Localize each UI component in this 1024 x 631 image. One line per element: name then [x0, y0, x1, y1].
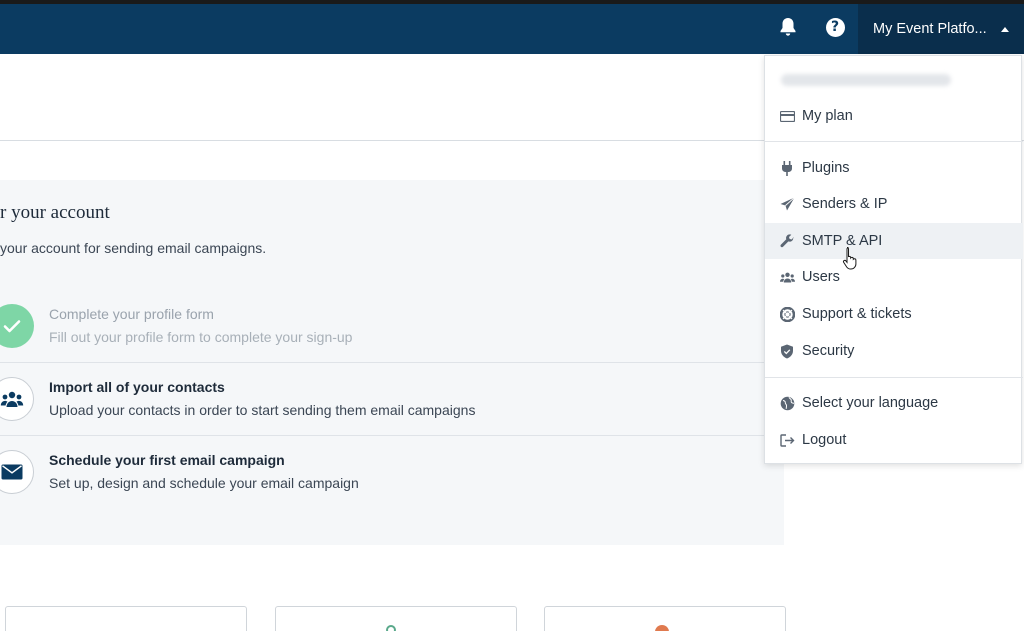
menu-item-security[interactable]: Security	[765, 333, 1023, 369]
menu-item-smtp-api[interactable]: SMTP & API	[765, 223, 1023, 259]
feature-card[interactable]	[5, 606, 247, 631]
step-description: Fill out your profile form to complete y…	[49, 329, 353, 345]
menu-item-plugins[interactable]: Plugins	[765, 150, 1023, 186]
menu-item-label: Security	[802, 343, 855, 359]
step-complete-profile[interactable]: Complete your profile form Fill out your…	[0, 290, 784, 363]
card-illustration-icon	[655, 625, 669, 631]
card-illustration-icon	[386, 625, 396, 631]
step-import-contacts[interactable]: Import all of your contacts Upload your …	[0, 363, 784, 436]
menu-item-label: Users	[802, 269, 840, 285]
menu-item-label: Logout	[802, 432, 847, 448]
feature-card[interactable]	[275, 606, 517, 631]
help-icon[interactable]: ?	[825, 17, 845, 37]
panel-description: your account for sending email campaigns…	[0, 240, 267, 256]
step-title: Schedule your first email campaign	[49, 452, 285, 468]
menu-item-label: Select your language	[802, 395, 939, 411]
menu-item-logout[interactable]: Logout	[765, 422, 1023, 458]
menu-item-label: My plan	[802, 108, 853, 124]
menu-item-select-language[interactable]: Select your language	[765, 385, 1023, 421]
step-schedule-campaign[interactable]: Schedule your first email campaign Set u…	[0, 436, 784, 509]
step-title: Complete your profile form	[49, 306, 214, 322]
menu-item-senders-ip[interactable]: Senders & IP	[765, 186, 1023, 222]
account-menu-button[interactable]: My Event Platfo...	[858, 4, 1024, 54]
step-title: Import all of your contacts	[49, 379, 225, 395]
menu-item-my-plan[interactable]: My plan	[765, 98, 1023, 134]
menu-item-users[interactable]: Users	[765, 259, 1023, 295]
envelope-icon	[0, 450, 34, 494]
feature-card[interactable]	[544, 606, 786, 631]
menu-item-support-tickets[interactable]: Support & tickets	[765, 296, 1023, 332]
wrench-icon	[779, 233, 795, 249]
account-dropdown-menu: My plan Plugins Senders & IP SMTP & API …	[764, 55, 1023, 464]
check-circle-icon	[0, 304, 34, 348]
menu-item-label: Plugins	[802, 160, 850, 176]
account-name: My Event Platfo...	[873, 21, 987, 37]
credit-card-icon	[779, 108, 795, 124]
caret-up-icon	[1000, 26, 1009, 32]
user-email-redacted	[781, 74, 951, 86]
menu-divider	[765, 141, 1023, 142]
step-description: Upload your contacts in order to start s…	[49, 402, 476, 418]
shield-icon	[779, 343, 795, 359]
menu-item-label: Support & tickets	[802, 306, 912, 322]
lifebuoy-icon	[779, 306, 795, 322]
notifications-bell-icon[interactable]	[778, 17, 798, 37]
contacts-icon	[0, 377, 34, 421]
menu-item-label: Senders & IP	[802, 196, 888, 212]
globe-icon	[779, 395, 795, 411]
paper-plane-icon	[779, 196, 795, 212]
menu-divider	[765, 377, 1023, 378]
users-icon	[779, 269, 795, 285]
logout-icon	[779, 432, 795, 448]
step-description: Set up, design and schedule your email c…	[49, 475, 359, 491]
panel-title: r your account	[0, 202, 110, 223]
plug-icon	[779, 160, 795, 176]
hand-pointer-cursor-icon	[842, 246, 858, 270]
